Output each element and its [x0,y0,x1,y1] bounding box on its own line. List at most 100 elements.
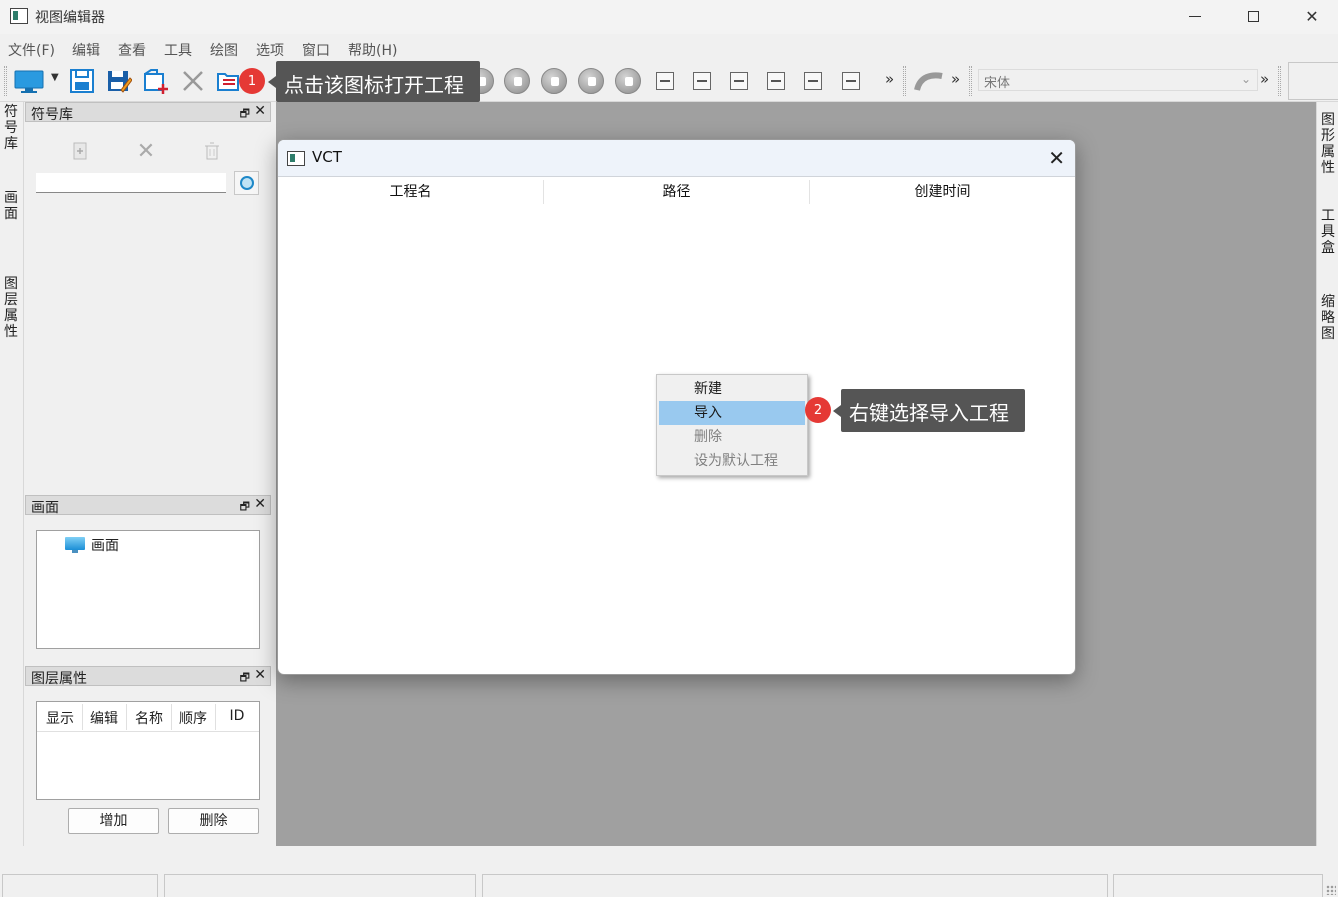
screen-panel-title: 画面 [31,500,59,516]
menu-edit[interactable]: 编辑 [72,40,100,60]
delete-layer-button[interactable]: 删除 [168,808,259,834]
status-cell-2 [164,874,476,897]
add-layer-button[interactable]: 增加 [68,808,159,834]
layer-properties-header: 图层属性 🗗 ✕ [25,666,271,688]
menu-view[interactable]: 查看 [118,40,146,60]
menu-item-set-default[interactable]: 设为默认工程 [659,449,805,473]
close-icon[interactable]: ✕ [254,496,266,512]
menu-item-import[interactable]: 导入 [659,401,805,425]
column-header-name[interactable]: 名称 [131,708,167,728]
add-symbol-icon[interactable] [69,140,91,162]
toolbar-grip[interactable] [4,66,7,96]
screen-panel-header: 画面 🗗 ✕ [25,495,271,517]
tree-item-screen[interactable]: 画面 [65,535,119,555]
column-header-path[interactable]: 路径 [544,178,809,206]
pipe-tool-icon[interactable] [914,68,946,94]
toolbar-overflow-2[interactable]: » [951,70,960,88]
tree-item-label: 画面 [91,538,119,554]
menu-window[interactable]: 窗口 [302,40,330,60]
chevron-down-icon: ⌄ [1240,72,1251,86]
float-icon[interactable]: 🗗 [240,669,250,688]
window-title: 视图编辑器 [35,10,105,26]
status-cell-1 [2,874,158,897]
close-button[interactable]: ✕ [1289,0,1335,32]
step-callout-2: 右键选择导入工程 [833,389,1025,432]
dialog-close-icon[interactable]: ✕ [1048,146,1065,170]
font-select-value: 宋体 [984,76,1011,91]
status-bar [0,846,1338,897]
right-dock-tabs: 图形属性 工具盒 缩略图 [1316,102,1338,846]
vtab-screen[interactable]: 画面 [3,190,19,222]
maximize-button[interactable] [1230,0,1276,32]
symbol-library-header: 符号库 🗗 ✕ [25,102,271,124]
menu-help[interactable]: 帮助(H) [348,40,397,60]
toolbar-overflow-1[interactable]: » [885,70,894,88]
align-button-3-icon[interactable] [541,68,567,94]
toolbar-overflow-3[interactable]: » [1260,70,1269,88]
vtab-thumbnail[interactable]: 缩略图 [1320,294,1336,342]
align-button-5-icon[interactable] [615,68,641,94]
column-header-project-name[interactable]: 工程名 [278,178,543,206]
vtab-symbol-library[interactable]: 符号库 [3,104,19,152]
center-icon[interactable] [804,72,822,90]
close-icon[interactable]: ✕ [254,667,266,683]
align-button-4-icon[interactable] [578,68,604,94]
column-header-id[interactable]: ID [219,708,255,724]
column-header-order[interactable]: 顺序 [175,708,211,728]
toolbar-grip-2[interactable] [903,66,906,96]
search-icon [239,176,254,190]
left-dock-tabs: 符号库 画面 图层属性 [0,102,24,846]
save-as-icon[interactable] [106,68,132,94]
column-header-created-time[interactable]: 创建时间 [810,178,1075,206]
float-icon[interactable]: 🗗 [240,498,250,517]
remove-symbol-icon[interactable]: ✕ [135,139,157,164]
align-button-2-icon[interactable] [504,68,530,94]
dialog-app-icon [287,151,305,166]
screen-tree: 画面 [36,530,260,649]
column-header-edit[interactable]: 编辑 [87,708,121,728]
search-button[interactable] [234,171,259,195]
step-badge-2: 2 [805,397,831,423]
vtab-layer-properties[interactable]: 图层属性 [3,276,19,340]
maximize-icon [1247,10,1259,22]
menu-draw[interactable]: 绘图 [210,40,238,60]
new-screen-icon[interactable] [14,68,48,94]
layer-table-header: 显示 编辑 名称 顺序 ID [37,702,259,732]
dialog-title: VCT [312,148,342,166]
menu-item-delete[interactable]: 删除 [659,425,805,449]
add-page-icon[interactable] [143,68,169,94]
menu-options[interactable]: 选项 [256,40,284,60]
symbol-search-input[interactable] [36,173,226,193]
close-icon: ✕ [1305,6,1319,26]
menu-tools[interactable]: 工具 [164,40,192,60]
minimize-button[interactable] [1172,0,1218,32]
toolbar-grip-4[interactable] [1278,66,1281,96]
resize-grip-icon[interactable] [1326,885,1336,895]
status-cell-4 [1113,874,1323,897]
save-icon[interactable] [69,68,95,94]
menu-bar: 文件(F) 编辑 查看 工具 绘图 选项 窗口 帮助(H) [0,36,1338,60]
same-height-icon[interactable] [693,72,711,90]
same-width-icon[interactable] [656,72,674,90]
vertical-space-icon[interactable] [767,72,785,90]
status-cell-3 [482,874,1108,897]
trash-icon[interactable] [201,140,223,162]
delete-icon[interactable] [180,68,206,94]
step-badge-1: 1 [239,68,265,94]
float-icon[interactable]: 🗗 [240,105,250,124]
arrange-icon[interactable] [842,72,860,90]
vtab-toolbox[interactable]: 工具盒 [1320,208,1336,256]
vtab-shape-properties[interactable]: 图形属性 [1320,112,1336,176]
menu-item-new[interactable]: 新建 [659,377,805,401]
monitor-icon [65,537,85,553]
context-menu: 新建 导入 删除 设为默认工程 [656,374,808,476]
toolbar-extra-area [1288,62,1338,100]
dialog-title-bar: VCT ✕ [278,140,1075,177]
font-select[interactable]: 宋体 ⌄ [978,69,1258,91]
menu-file[interactable]: 文件(F) [8,40,55,60]
toolbar-grip-3[interactable] [969,66,972,96]
horizontal-space-icon[interactable] [730,72,748,90]
close-icon[interactable]: ✕ [254,103,266,119]
new-dropdown-arrow-icon[interactable]: ▼ [51,72,59,83]
column-header-show[interactable]: 显示 [43,708,77,728]
